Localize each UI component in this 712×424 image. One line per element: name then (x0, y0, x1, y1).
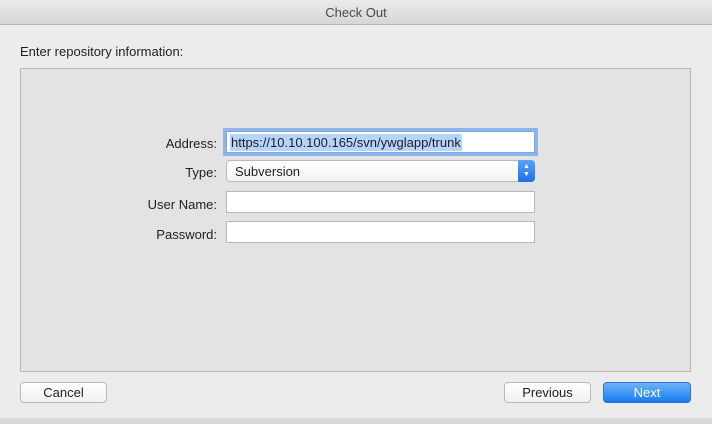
username-label: User Name: (147, 197, 217, 212)
type-select[interactable]: Subversion ▲ ▼ (226, 160, 535, 182)
type-select-value: Subversion (235, 164, 301, 179)
instruction-text: Enter repository information: (20, 44, 184, 59)
previous-button[interactable]: Previous (504, 382, 591, 403)
address-label: Address: (165, 136, 217, 151)
check-out-dialog: Check Out Enter repository information: … (0, 0, 712, 424)
username-field[interactable] (226, 191, 535, 213)
cancel-button[interactable]: Cancel (20, 382, 107, 403)
password-field[interactable] (226, 221, 535, 243)
address-field[interactable]: https://10.10.100.165/svn/ywglapp/trunk (226, 131, 535, 153)
password-label: Password: (156, 227, 217, 242)
window-title: Check Out (325, 5, 387, 20)
repository-info-panel (20, 68, 691, 372)
address-value: https://10.10.100.165/svn/ywglapp/trunk (230, 133, 462, 151)
chevron-up-down-icon: ▲ ▼ (518, 160, 535, 182)
type-label: Type: (185, 165, 217, 180)
next-button[interactable]: Next (603, 382, 691, 403)
title-bar[interactable]: Check Out (0, 0, 712, 25)
bottom-edge (0, 418, 712, 424)
